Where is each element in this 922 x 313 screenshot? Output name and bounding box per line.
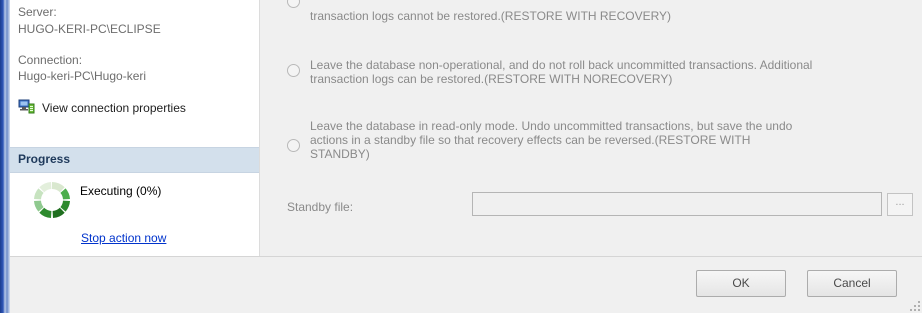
view-connection-properties-label: View connection properties bbox=[42, 100, 186, 115]
progress-status: Executing (0%) bbox=[80, 184, 162, 198]
view-connection-properties-link[interactable]: View connection properties bbox=[18, 98, 186, 117]
restore-database-dialog: Server: HUGO-KERI-PC\ECLIPSE Connection:… bbox=[10, 0, 922, 313]
progress-spinner-icon bbox=[32, 180, 72, 220]
restore-with-standby-radio[interactable] bbox=[287, 139, 300, 152]
restore-with-norecovery-radio[interactable] bbox=[287, 64, 300, 77]
standby-browse-button[interactable]: ... bbox=[887, 193, 913, 216]
cancel-button[interactable]: Cancel bbox=[807, 270, 897, 297]
restore-with-recovery-text: transaction logs cannot be restored.(RES… bbox=[310, 9, 671, 23]
connection-value: Hugo-keri-PC\Hugo-keri bbox=[18, 69, 147, 83]
option-text-line: Leave the database in read-only mode. Un… bbox=[310, 119, 793, 133]
window-frame-edge bbox=[0, 0, 10, 313]
stop-action-link[interactable]: Stop action now bbox=[81, 231, 166, 245]
option-text-line: transaction logs cannot be restored.(RES… bbox=[310, 9, 672, 23]
restore-with-standby-text: Leave the database in read-only mode. Un… bbox=[310, 119, 792, 161]
restore-with-recovery-radio[interactable] bbox=[287, 0, 300, 8]
standby-file-input[interactable] bbox=[472, 192, 882, 216]
server-value: HUGO-KERI-PC\ECLIPSE bbox=[18, 22, 161, 36]
option-text-line: Leave the database non-operational, and … bbox=[310, 58, 813, 72]
option-text-line: transaction logs can be restored.(RESTOR… bbox=[310, 72, 673, 86]
progress-title: Progress bbox=[18, 152, 71, 166]
resize-grip-icon[interactable] bbox=[910, 301, 920, 311]
ok-button[interactable]: OK bbox=[696, 270, 786, 297]
restore-with-norecovery-text: Leave the database non-operational, and … bbox=[310, 58, 812, 86]
server-properties-icon bbox=[18, 98, 36, 117]
server-label: Server: bbox=[18, 5, 57, 19]
progress-header: Progress bbox=[10, 147, 259, 173]
option-text-line: actions in a standby file so that recove… bbox=[310, 133, 751, 147]
standby-file-label: Standby file: bbox=[287, 200, 354, 214]
left-panel: Server: HUGO-KERI-PC\ECLIPSE Connection:… bbox=[10, 0, 260, 256]
footer-separator bbox=[10, 256, 922, 257]
option-text-line: STANDBY) bbox=[310, 147, 370, 161]
connection-label: Connection: bbox=[18, 53, 83, 67]
